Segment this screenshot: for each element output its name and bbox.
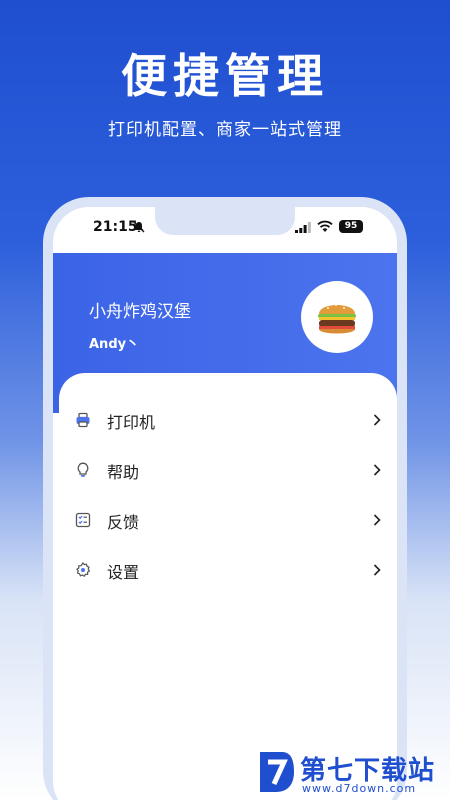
menu-label-help: 帮助: [107, 463, 140, 482]
chevron-right-icon: [373, 514, 381, 526]
d7-logo-icon: [260, 752, 294, 792]
app-screen: 21:15 95 小舟炸鸡汉堡 Andy丶 打印机 帮助 反馈 设置: [53, 207, 397, 800]
battery-indicator: 95: [339, 220, 363, 233]
status-bar: 21:15 95: [53, 207, 397, 253]
menu-list: 打印机 帮助 反馈 设置: [59, 395, 397, 595]
menu-label-printer: 打印机: [107, 413, 156, 432]
chevron-right-icon: [373, 564, 381, 576]
menu-item-printer[interactable]: 打印机: [59, 395, 397, 445]
feedback-icon: [75, 512, 91, 528]
user-name[interactable]: Andy丶: [89, 333, 139, 352]
notch: [155, 207, 295, 235]
burger-icon: [318, 304, 356, 334]
phone-frame: 21:15 95 小舟炸鸡汉堡 Andy丶 打印机 帮助 反馈 设置: [43, 197, 407, 800]
watermark: 第七下载站 www.d7down.com: [256, 748, 446, 798]
menu-label-feedback: 反馈: [107, 513, 140, 532]
promo-headline: 便捷管理: [121, 49, 329, 103]
signal-icon: [295, 222, 311, 233]
menu-item-help[interactable]: 帮助: [59, 445, 397, 495]
menu-label-settings: 设置: [107, 563, 140, 582]
watermark-url: www.d7down.com: [302, 782, 417, 795]
wifi-icon: [317, 220, 333, 232]
promo-subline: 打印机配置、商家一站式管理: [108, 120, 342, 140]
printer-icon: [76, 412, 90, 428]
avatar[interactable]: [301, 281, 373, 353]
chevron-right-icon: [373, 414, 381, 426]
menu-item-settings[interactable]: 设置: [59, 545, 397, 595]
gear-icon: [76, 562, 91, 578]
menu-item-feedback[interactable]: 反馈: [59, 495, 397, 545]
menu-card: 打印机 帮助 反馈 设置: [59, 373, 397, 800]
status-time: 21:15: [93, 219, 138, 235]
bell-muted-icon: [133, 221, 145, 233]
lightbulb-icon: [77, 462, 89, 477]
shop-name: 小舟炸鸡汉堡: [89, 302, 191, 322]
chevron-right-icon: [373, 464, 381, 476]
